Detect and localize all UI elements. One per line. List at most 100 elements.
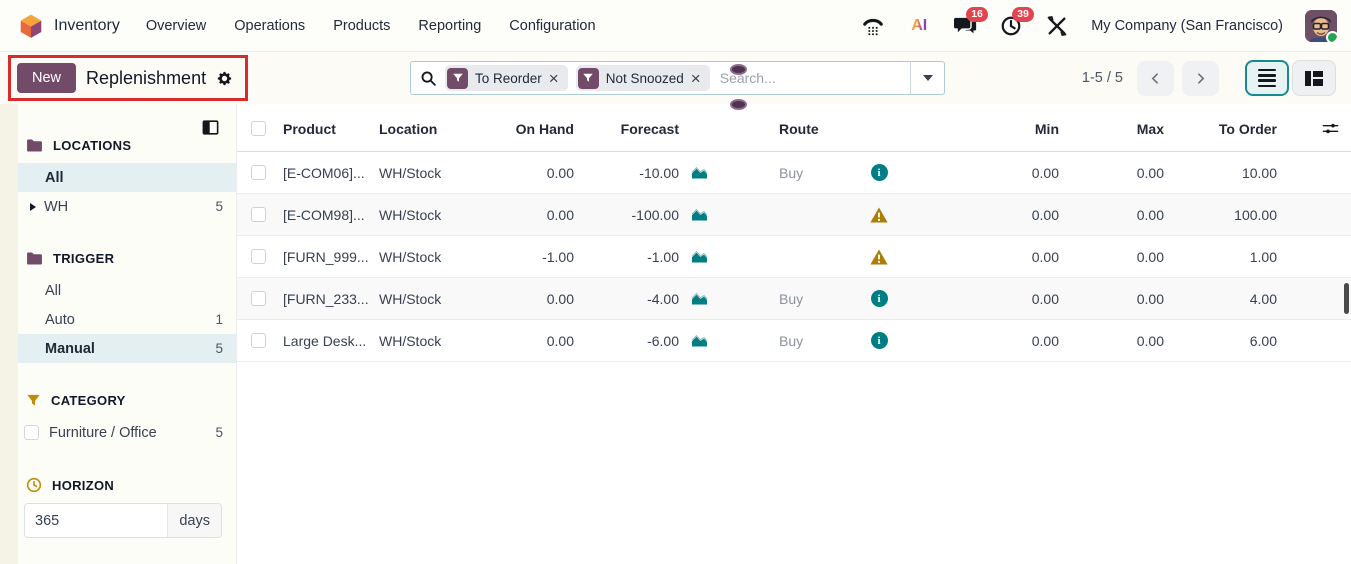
warning-icon[interactable] — [870, 207, 888, 223]
cell-max: 0.00 — [1059, 333, 1164, 349]
menu-overview[interactable]: Overview — [146, 18, 206, 34]
cell-min: 0.00 — [909, 165, 1059, 181]
app-brand[interactable]: Inventory — [18, 13, 120, 39]
info-icon[interactable] — [871, 290, 888, 307]
horizon-days-input[interactable] — [25, 504, 167, 537]
section-locations: LOCATIONS All WH 5 — [18, 138, 236, 221]
menu-operations[interactable]: Operations — [234, 18, 305, 34]
replenishment-list: Product Location On Hand Forecast Route … — [237, 104, 1351, 564]
company-switcher[interactable]: My Company (San Francisco) — [1091, 18, 1283, 34]
annotation-handle-bottom — [730, 99, 747, 110]
pager-next-button[interactable] — [1182, 61, 1219, 96]
sidebar-item-locations-all[interactable]: All — [18, 163, 236, 192]
filter-facet-not-snoozed[interactable]: Not Snoozed — [576, 65, 710, 91]
user-avatar[interactable] — [1305, 10, 1337, 42]
column-header-route[interactable]: Route — [719, 121, 849, 137]
table-row[interactable]: [E-COM98]... WH/Stock 0.00 -100.00 0.00 … — [237, 194, 1351, 236]
remove-filter-icon[interactable] — [691, 70, 708, 87]
row-checkbox[interactable] — [251, 249, 266, 264]
forecast-chart-icon[interactable] — [690, 333, 709, 348]
filter-facet-to-reorder[interactable]: To Reorder — [445, 65, 568, 91]
column-header-location[interactable]: Location — [379, 121, 484, 137]
table-row[interactable]: [E-COM06]... WH/Stock 0.00 -10.00 Buy 0.… — [237, 152, 1351, 194]
voip-phone-icon[interactable] — [861, 14, 885, 38]
cell-max: 0.00 — [1059, 291, 1164, 307]
chevron-right-icon — [1194, 72, 1207, 85]
menu-reporting[interactable]: Reporting — [418, 18, 481, 34]
cell-max: 0.00 — [1059, 249, 1164, 265]
column-header-forecast[interactable]: Forecast — [574, 121, 679, 137]
column-header-max[interactable]: Max — [1059, 121, 1164, 137]
column-header-min[interactable]: Min — [909, 121, 1059, 137]
filter-funnel-icon — [578, 68, 599, 89]
forecast-chart-icon[interactable] — [690, 249, 709, 264]
select-all-checkbox[interactable] — [251, 121, 266, 136]
list-view-button[interactable] — [1245, 60, 1289, 96]
row-checkbox[interactable] — [251, 207, 266, 222]
table-row[interactable]: [FURN_233... WH/Stock 0.00 -4.00 Buy 0.0… — [237, 278, 1351, 320]
remove-filter-icon[interactable] — [549, 70, 566, 87]
info-icon[interactable] — [871, 332, 888, 349]
cell-route: Buy — [719, 291, 849, 307]
cell-product: [E-COM98]... — [283, 207, 379, 223]
cell-min: 0.00 — [909, 291, 1059, 307]
sidebar-item-trigger-manual[interactable]: Manual 5 — [18, 334, 236, 363]
row-checkbox[interactable] — [251, 291, 266, 306]
menu-configuration[interactable]: Configuration — [509, 18, 595, 34]
item-count: 1 — [215, 312, 223, 327]
folder-icon — [26, 251, 43, 266]
sidebar-item-trigger-all[interactable]: All — [18, 276, 236, 305]
expand-caret-icon[interactable] — [30, 203, 36, 211]
search-icon — [420, 70, 437, 87]
panel-toggle-icon[interactable] — [201, 118, 220, 141]
cell-product: [FURN_233... — [283, 291, 379, 307]
section-horizon: HORIZON days — [18, 477, 236, 538]
table-row[interactable]: [FURN_999... WH/Stock -1.00 -1.00 0.00 0… — [237, 236, 1351, 278]
forecast-chart-icon[interactable] — [690, 207, 709, 222]
search-dropdown-toggle[interactable] — [910, 62, 944, 94]
column-header-product[interactable]: Product — [283, 121, 379, 137]
category-checkbox[interactable] — [24, 425, 39, 440]
forecast-chart-icon[interactable] — [690, 291, 709, 306]
column-header-to-order[interactable]: To Order — [1164, 121, 1277, 137]
messages-icon[interactable]: 16 — [953, 14, 977, 38]
cell-location: WH/Stock — [379, 207, 484, 223]
optional-columns-sliders-icon[interactable] — [1322, 121, 1339, 136]
vertical-scrollbar-thumb[interactable] — [1344, 283, 1349, 314]
forecast-chart-icon[interactable] — [690, 165, 709, 180]
page-title: Replenishment — [86, 68, 206, 89]
section-category: CATEGORY Furniture / Office 5 — [18, 393, 236, 447]
annotation-handle-top — [730, 64, 747, 75]
row-checkbox[interactable] — [251, 165, 266, 180]
cell-forecast: -1.00 — [574, 249, 679, 265]
cell-max: 0.00 — [1059, 207, 1164, 223]
sidebar-item-locations-wh[interactable]: WH 5 — [18, 192, 236, 221]
cell-route: Buy — [719, 165, 849, 181]
main-menu: Overview Operations Products Reporting C… — [146, 18, 596, 34]
chevron-down-icon — [923, 75, 933, 81]
table-row[interactable]: Large Desk... WH/Stock 0.00 -6.00 Buy 0.… — [237, 320, 1351, 362]
kanban-view-button[interactable] — [1292, 60, 1336, 96]
pager-previous-button[interactable] — [1137, 61, 1174, 96]
sidebar-item-trigger-auto[interactable]: Auto 1 — [18, 305, 236, 334]
row-checkbox[interactable] — [251, 333, 266, 348]
cell-location: WH/Stock — [379, 333, 484, 349]
cell-to-order: 4.00 — [1164, 291, 1277, 307]
info-icon[interactable] — [871, 164, 888, 181]
warning-icon[interactable] — [870, 249, 888, 265]
sidebar-item-category-furniture-office[interactable]: Furniture / Office 5 — [18, 418, 236, 447]
cell-on-hand: -1.00 — [484, 249, 574, 265]
activities-clock-icon[interactable]: 39 — [999, 14, 1023, 38]
tools-icon[interactable] — [1045, 14, 1069, 38]
cell-location: WH/Stock — [379, 291, 484, 307]
clock-icon — [26, 477, 42, 493]
menu-products[interactable]: Products — [333, 18, 390, 34]
view-actions-gear-icon[interactable] — [216, 70, 233, 87]
search-bar[interactable]: To Reorder Not Snoozed — [410, 61, 945, 95]
cell-min: 0.00 — [909, 207, 1059, 223]
ai-icon[interactable]: AI — [907, 14, 931, 38]
new-button[interactable]: New — [17, 63, 76, 93]
app-name: Inventory — [54, 17, 120, 35]
cell-route: Buy — [719, 333, 849, 349]
column-header-on-hand[interactable]: On Hand — [484, 121, 574, 137]
